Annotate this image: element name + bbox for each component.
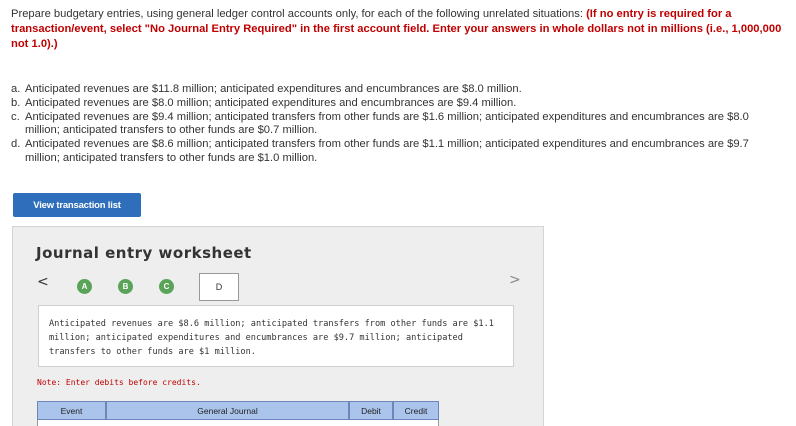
- list-item: c. Anticipated revenues are $9.4 million…: [11, 111, 786, 139]
- view-transaction-list-button[interactable]: View transaction list: [13, 193, 141, 217]
- item-text: Anticipated revenues are $8.6 million; a…: [25, 138, 749, 164]
- item-text: Anticipated revenues are $9.4 million; a…: [25, 110, 749, 137]
- item-letter: b.: [11, 96, 21, 109]
- item-text: Anticipated revenues are $8.0 million; a…: [25, 96, 517, 109]
- column-credit: Credit: [393, 401, 439, 420]
- list-item: b. Anticipated revenues are $8.0 million…: [11, 97, 786, 111]
- item-letter: c.: [11, 110, 20, 123]
- debit-credit-note: Note: Enter debits before credits.: [37, 378, 201, 387]
- item-letter: a.: [11, 83, 21, 95]
- list-item: a. Anticipated revenues are $11.8 millio…: [11, 83, 786, 97]
- step-b-button[interactable]: B: [118, 279, 133, 294]
- instructions: Prepare budgetary entries, using general…: [11, 7, 786, 52]
- step-a-button[interactable]: A: [77, 279, 92, 294]
- instructions-text: Prepare budgetary entries, using general…: [11, 8, 587, 20]
- next-arrow-icon[interactable]: >: [509, 272, 521, 288]
- worksheet-title: Journal entry worksheet: [36, 244, 252, 262]
- table-row[interactable]: [37, 420, 439, 426]
- item-text: Anticipated revenues are $11.8 million; …: [25, 83, 522, 95]
- column-debit: Debit: [349, 401, 393, 420]
- column-event: Event: [37, 401, 106, 420]
- list-item: d. Anticipated revenues are $8.6 million…: [11, 138, 786, 166]
- item-letter: d.: [11, 138, 21, 151]
- journal-table-header: Event General Journal Debit Credit: [37, 401, 439, 420]
- situation-list: a. Anticipated revenues are $11.8 millio…: [11, 83, 786, 166]
- step-d-tab[interactable]: D: [199, 273, 239, 301]
- column-general-journal: General Journal: [106, 401, 349, 420]
- journal-entry-worksheet: Journal entry worksheet < A B C D Antici…: [12, 226, 544, 426]
- transaction-description: Anticipated revenues are $8.6 million; a…: [38, 305, 514, 367]
- prev-arrow-icon[interactable]: <: [37, 274, 49, 290]
- step-c-button[interactable]: C: [159, 279, 174, 294]
